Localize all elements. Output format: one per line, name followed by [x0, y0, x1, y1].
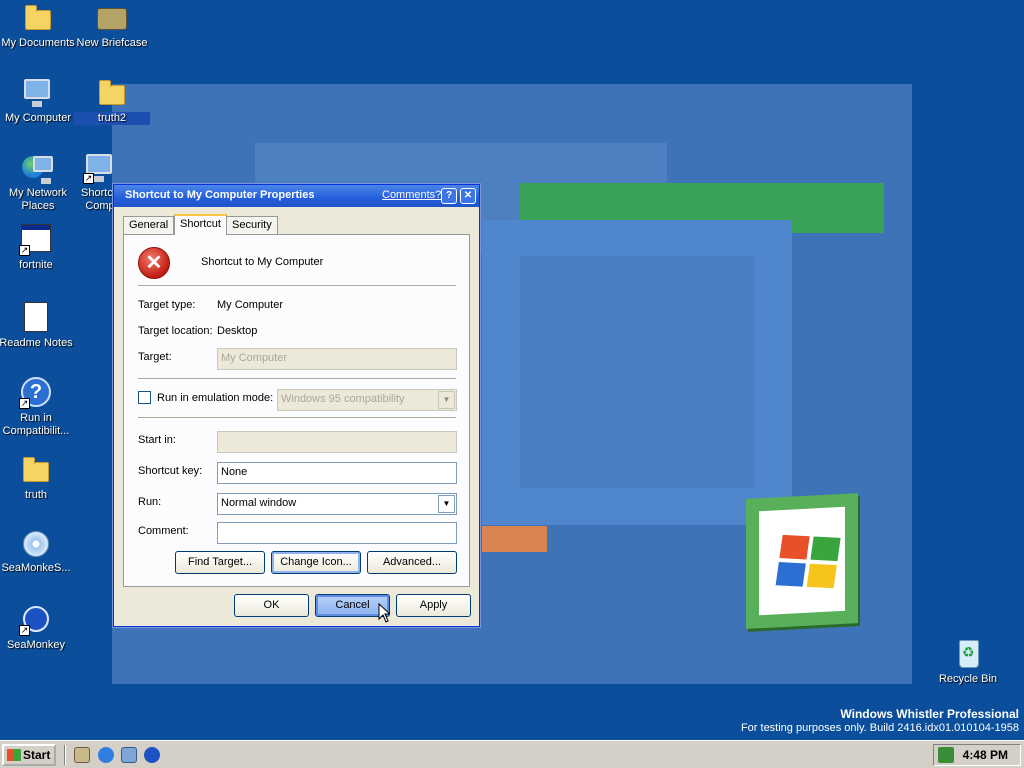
desktop-icon-my-network-places[interactable]: My Network Places	[0, 152, 76, 213]
desktop-icon-new-briefcase[interactable]: New Briefcase	[74, 2, 150, 50]
chevron-down-icon[interactable]: ▼	[438, 495, 455, 513]
quick-launch-separator	[64, 745, 66, 765]
desktop-icon-run-in-compatibility[interactable]: ? ↗ Run in Compatibilit...	[0, 377, 74, 438]
desktop-icon-my-documents[interactable]: My Documents	[0, 2, 76, 50]
desktop-icon-fortnite[interactable]: ↗ fortnite	[0, 224, 74, 272]
change-icon-button[interactable]: Change Icon...	[271, 551, 361, 574]
desktop-icon-label: SeaMonkeS...	[1, 562, 71, 574]
comment-label: Comment:	[138, 525, 189, 537]
advanced-button[interactable]: Advanced...	[367, 551, 457, 574]
seamonkey-icon[interactable]	[144, 747, 160, 763]
target-type-label: Target type:	[138, 299, 196, 311]
shortcut-my-computer-icon	[86, 154, 112, 182]
shortcut-arrow-icon: ↗	[19, 625, 30, 636]
tab-general[interactable]: General	[123, 216, 175, 234]
folder-icon	[99, 80, 125, 105]
find-target-button[interactable]: Find Target...	[175, 551, 265, 574]
target-location-value: Desktop	[217, 325, 258, 337]
help-button[interactable]: ?	[441, 188, 457, 204]
target-label: Target:	[138, 351, 172, 363]
apply-button[interactable]: Apply	[396, 594, 471, 617]
folder-icon	[23, 457, 49, 482]
desktop-icon-seamonkey-setup[interactable]: SeaMonkeS...	[0, 527, 74, 575]
build-watermark-title: Windows Whistler Professional	[840, 707, 1019, 721]
desktop-icon-readme-notes[interactable]: Readme Notes	[0, 302, 74, 350]
desktop-icon-seamonkey[interactable]: ↗ SeaMonkey	[0, 604, 74, 652]
shortcut-key-label: Shortcut key:	[138, 465, 203, 477]
shortcut-arrow-icon: ↗	[19, 398, 30, 409]
start-in-field	[217, 431, 457, 453]
desktop-icon-label: My Network Places	[8, 187, 68, 212]
windows-flag-icon	[775, 534, 842, 591]
mouse-cursor-icon	[378, 603, 390, 623]
wallpaper-orange-bar	[482, 526, 547, 552]
internet-explorer-icon[interactable]	[98, 747, 114, 763]
close-button[interactable]: ✕	[460, 188, 476, 204]
windows-logo-icon	[7, 749, 21, 761]
run-select[interactable]: Normal window ▼	[217, 493, 457, 515]
dialog-title: Shortcut to My Computer Properties	[125, 189, 315, 201]
desktop-icon-label: SeaMonkey	[6, 639, 66, 651]
wallpaper-blue-inner-square	[520, 256, 755, 488]
clock[interactable]: 4:48 PM	[963, 748, 1008, 762]
show-desktop-icon[interactable]	[74, 747, 90, 763]
emulation-mode-label: Run in emulation mode:	[157, 392, 274, 404]
target-location-label: Target location:	[138, 325, 213, 337]
comment-field[interactable]	[217, 522, 457, 544]
desktop-icon-truth[interactable]: truth	[0, 454, 74, 502]
properties-dialog: Shortcut to My Computer Properties Comme…	[113, 184, 480, 627]
start-label: Start	[23, 748, 51, 762]
windows-logo-tile	[746, 493, 858, 629]
build-watermark-text: For testing purposes only. Build 2416.id…	[740, 722, 1019, 734]
tab-shortcut[interactable]: Shortcut	[174, 214, 227, 235]
emulation-mode-select: Windows 95 compatibility ▼	[277, 389, 457, 411]
my-documents-icon	[25, 5, 51, 30]
emulation-mode-value: Windows 95 compatibility	[281, 393, 405, 405]
desktop-icon-label: Readme Notes	[0, 337, 73, 349]
system-tray: 4:48 PM	[933, 744, 1021, 766]
desktop-icon-label: fortnite	[19, 259, 53, 271]
tab-security[interactable]: Security	[226, 216, 278, 234]
taskbar: Start 4:48 PM	[0, 740, 1024, 768]
run-select-value: Normal window	[221, 497, 297, 509]
shortcut-key-field[interactable]: None	[217, 462, 457, 484]
emulation-mode-checkbox[interactable]	[138, 391, 151, 404]
shortcut-name: Shortcut to My Computer	[201, 256, 324, 268]
separator	[138, 417, 456, 419]
ok-button[interactable]: OK	[234, 594, 309, 617]
run-label: Run:	[138, 496, 162, 508]
start-in-label: Start in:	[138, 434, 176, 446]
tray-network-icon[interactable]	[938, 747, 954, 763]
separator	[138, 285, 456, 287]
desktop-icon-my-computer[interactable]: My Computer	[0, 77, 76, 125]
comments-link[interactable]: Comments?	[382, 189, 441, 201]
network-icon[interactable]	[121, 747, 137, 763]
shortcut-arrow-icon: ↗	[83, 173, 94, 184]
start-button[interactable]: Start	[2, 744, 56, 766]
shortcut-arrow-icon: ↗	[19, 245, 30, 256]
target-field: My Computer	[217, 348, 457, 370]
separator	[138, 378, 456, 380]
desktop-icon-label: Run in Compatibilit...	[2, 412, 70, 437]
chevron-down-icon: ▼	[438, 391, 455, 409]
desktop-icon-label: New Briefcase	[76, 37, 148, 49]
desktop-icon-label: truth2	[74, 112, 150, 125]
error-x-icon: ✕	[138, 247, 170, 279]
desktop-icon-label: My Computer	[4, 112, 72, 124]
my-computer-icon	[24, 79, 50, 107]
dialog-title-bar[interactable]: Shortcut to My Computer Properties Comme…	[114, 185, 479, 207]
recycle-bin-icon	[959, 640, 979, 668]
briefcase-icon	[97, 8, 127, 30]
desktop-icon-recycle-bin[interactable]: Recycle Bin	[930, 638, 1006, 686]
cd-icon	[23, 531, 49, 557]
desktop-icon-label: Recycle Bin	[938, 673, 998, 685]
target-type-value: My Computer	[217, 299, 284, 311]
shortcut-tab-panel: ✕ Shortcut to My Computer Target type: M…	[123, 234, 470, 587]
desktop-icon-label: My Documents	[1, 37, 75, 49]
network-monitor-icon	[33, 156, 53, 184]
desktop-icon-truth2[interactable]: truth2	[74, 77, 150, 125]
desktop-icon-label: truth	[24, 489, 47, 501]
document-icon	[24, 302, 48, 332]
